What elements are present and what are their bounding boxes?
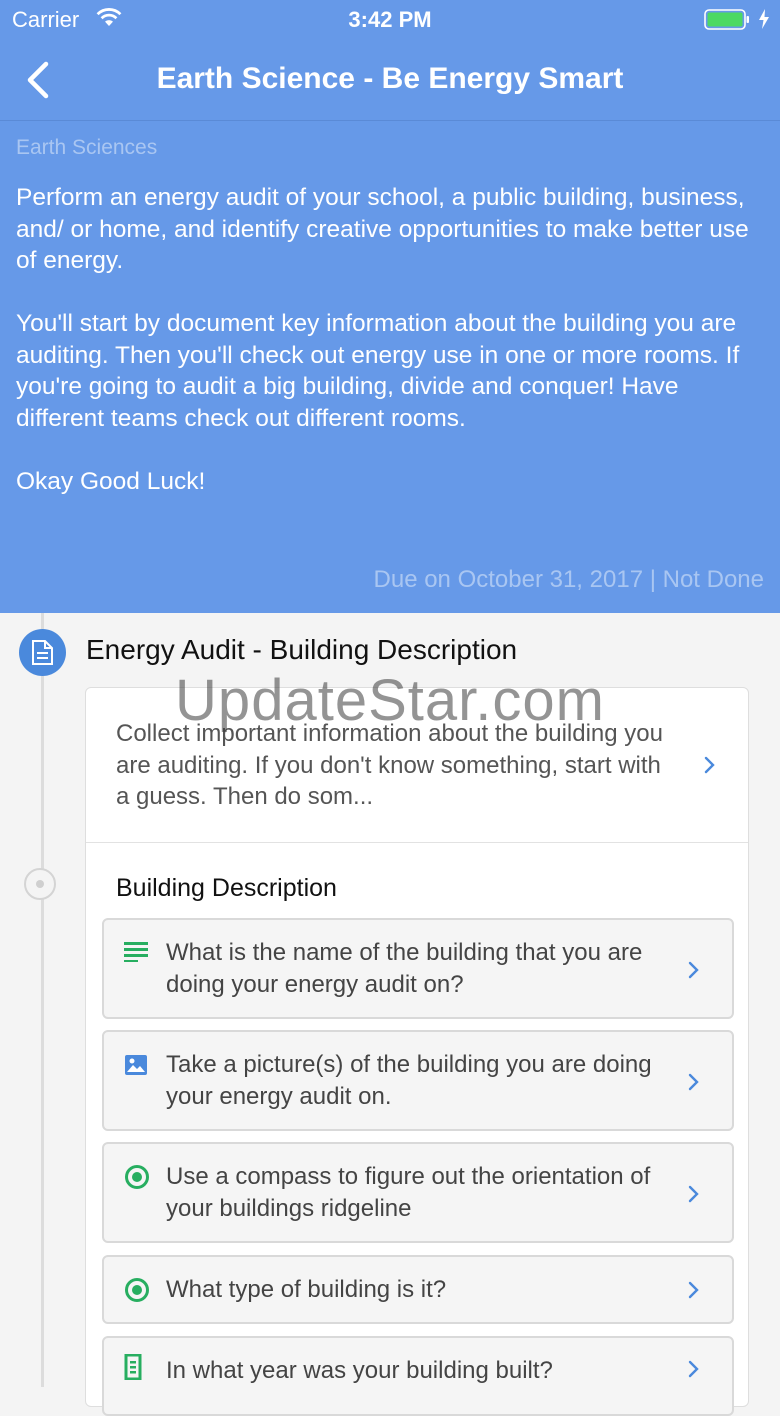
chevron-right-icon (688, 1360, 699, 1378)
section-card: Collect important information about the … (85, 687, 749, 1416)
watermark: UpdateStar.com (175, 668, 605, 733)
status-bar: Carrier 3:42 PM (0, 0, 780, 40)
status-time: 3:42 PM (348, 7, 432, 32)
question-item[interactable]: Take a picture(s) of the building you ar… (102, 1030, 734, 1131)
question-text: Take a picture(s) of the building you ar… (166, 1051, 652, 1110)
due-status: Due on October 31, 2017 | Not Done (373, 566, 764, 593)
assignment-header: Carrier 3:42 PM Earth Science - Be Energ… (0, 0, 780, 613)
battery-icon (704, 9, 749, 30)
number-field-icon (124, 1354, 142, 1380)
radio-icon (125, 1278, 149, 1302)
charging-bolt-icon (759, 9, 769, 29)
group-title: Building Description (116, 874, 337, 902)
nav-bar: Earth Science - Be Energy Smart (0, 40, 780, 121)
instruction-paragraph: Perform an energy audit of your school, … (16, 184, 749, 274)
question-text: In what year was your building built? (166, 1357, 553, 1384)
instruction-paragraph: Okay Good Luck! (16, 467, 206, 495)
question-text: What is the name of the building that yo… (166, 939, 643, 998)
chevron-right-icon (688, 961, 699, 979)
subject-label: Earth Sciences (16, 136, 158, 159)
page-title: Earth Science - Be Energy Smart (156, 62, 624, 95)
image-icon (125, 1055, 147, 1075)
question-item[interactable]: What is the name of the building that yo… (102, 918, 734, 1019)
question-text: Use a compass to figure out the orientat… (166, 1163, 651, 1222)
chevron-right-icon (688, 1185, 699, 1203)
assignment-instructions: Perform an energy audit of your school, … (16, 182, 772, 529)
text-lines-icon (124, 942, 148, 962)
divider (86, 842, 748, 843)
chevron-right-icon (688, 1281, 699, 1299)
question-text: What type of building is it? (166, 1276, 447, 1303)
instruction-paragraph: You'll start by document key information… (16, 310, 740, 432)
radio-icon (125, 1165, 149, 1189)
timeline-step-dot (24, 868, 56, 900)
chevron-right-icon (688, 1073, 699, 1091)
question-item[interactable]: What type of building is it? (102, 1255, 734, 1324)
question-item[interactable]: Use a compass to figure out the orientat… (102, 1142, 734, 1243)
chevron-right-icon (704, 756, 715, 774)
question-item[interactable]: In what year was your building built? (102, 1336, 734, 1416)
section-title: Energy Audit - Building Description (86, 634, 518, 665)
